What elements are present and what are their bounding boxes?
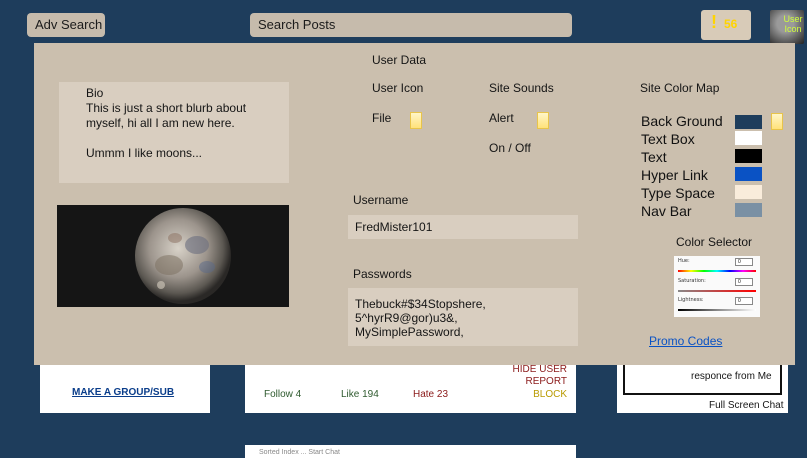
full-screen-chat-link[interactable]: Full Screen Chat [709, 400, 783, 411]
chat-message: responce from Me [691, 371, 772, 382]
file-icon[interactable] [410, 112, 422, 129]
site-color-map-title: Site Color Map [640, 81, 720, 95]
username-label: Username [353, 193, 409, 207]
site-sounds-label: Site Sounds [489, 81, 554, 95]
hate-count[interactable]: Hate 23 [413, 389, 448, 400]
hue-slider[interactable] [678, 270, 756, 272]
username-field[interactable]: FredMister101 [348, 215, 578, 239]
bio-line-3: Ummm I like moons... [86, 146, 203, 160]
color-label-type-space: Type Space [641, 185, 715, 201]
bio-line-1: This is just a short blurb about [86, 101, 247, 115]
bottom-card-text: Sorted Index ... Start Chat [259, 449, 340, 456]
profile-image [57, 205, 289, 307]
passwords-label: Passwords [353, 267, 412, 281]
password-line-2: 5^hyrR9@gor)u3&, [355, 311, 458, 325]
swatch-type-space[interactable] [735, 185, 762, 199]
alert-sound-file-icon[interactable] [537, 112, 549, 129]
avatar-label-1: User [783, 14, 803, 24]
report-link[interactable]: REPORT [526, 376, 568, 387]
avatar-label-2: Icon [784, 24, 802, 34]
hue-input[interactable]: 0 [735, 258, 753, 266]
color-label-text: Text [641, 149, 667, 165]
password-line-1: Thebuck#$34Stopshere, [355, 297, 486, 311]
saturation-slider[interactable] [678, 290, 756, 292]
password-line-3: MySimplePassword, [355, 325, 464, 339]
file-label: File [372, 111, 392, 125]
alert-sound-label: Alert [489, 111, 514, 125]
adv-search-button[interactable]: Adv Search [27, 13, 105, 37]
hue-label: Hue: [678, 258, 690, 264]
passwords-field[interactable]: Thebuck#$34Stopshere, 5^hyrR9@gor)u3&, M… [348, 288, 578, 346]
user-avatar[interactable]: User Icon [770, 10, 804, 44]
hide-user-link[interactable]: HIDE USER [513, 364, 567, 375]
swatch-text-box[interactable] [735, 131, 762, 145]
make-group-link[interactable]: MAKE A GROUP/SUB [72, 387, 174, 398]
swatch-nav-bar[interactable] [735, 203, 762, 217]
alert-icon: ! [711, 12, 717, 32]
search-posts-input[interactable]: Search Posts [250, 13, 572, 37]
lightness-slider[interactable] [678, 309, 756, 311]
color-label-hyper-link: Hyper Link [641, 167, 708, 183]
background-file-icon[interactable] [771, 113, 783, 130]
saturation-label: Saturation: [678, 278, 706, 284]
sound-toggle[interactable]: On / Off [489, 141, 531, 155]
like-count[interactable]: Like 194 [341, 389, 379, 400]
saturation-input[interactable]: 0 [735, 278, 753, 286]
bio-box[interactable]: Bio This is just a short blurb about mys… [59, 82, 289, 183]
lightness-input[interactable]: 0 [735, 297, 753, 305]
moon-image [57, 205, 289, 307]
color-selector-title: Color Selector [676, 235, 753, 249]
user-icon-label: User Icon [372, 81, 424, 95]
swatch-hyper-link[interactable] [735, 167, 762, 181]
color-selector-widget[interactable]: Hue: 0 Saturation: 0 Lightness: 0 [674, 256, 760, 317]
swatch-text[interactable] [735, 149, 762, 163]
swatch-background[interactable] [735, 115, 762, 129]
promo-codes-link[interactable]: Promo Codes [649, 334, 722, 348]
follow-count[interactable]: Follow 4 [264, 389, 301, 400]
block-link[interactable]: BLOCK [533, 389, 567, 400]
bio-title: Bio [86, 86, 104, 100]
user-data-title: User Data [372, 53, 427, 67]
color-label-text-box: Text Box [641, 131, 695, 147]
alert-count: 56 [724, 17, 738, 31]
color-label-nav-bar: Nav Bar [641, 203, 692, 219]
bio-line-2: myself, hi all I am new here. [86, 116, 235, 130]
color-label-background: Back Ground [641, 113, 723, 129]
bottom-card: Sorted Index ... Start Chat [245, 445, 576, 458]
username-value: FredMister101 [355, 220, 433, 234]
lightness-label: Lightness: [678, 297, 704, 303]
